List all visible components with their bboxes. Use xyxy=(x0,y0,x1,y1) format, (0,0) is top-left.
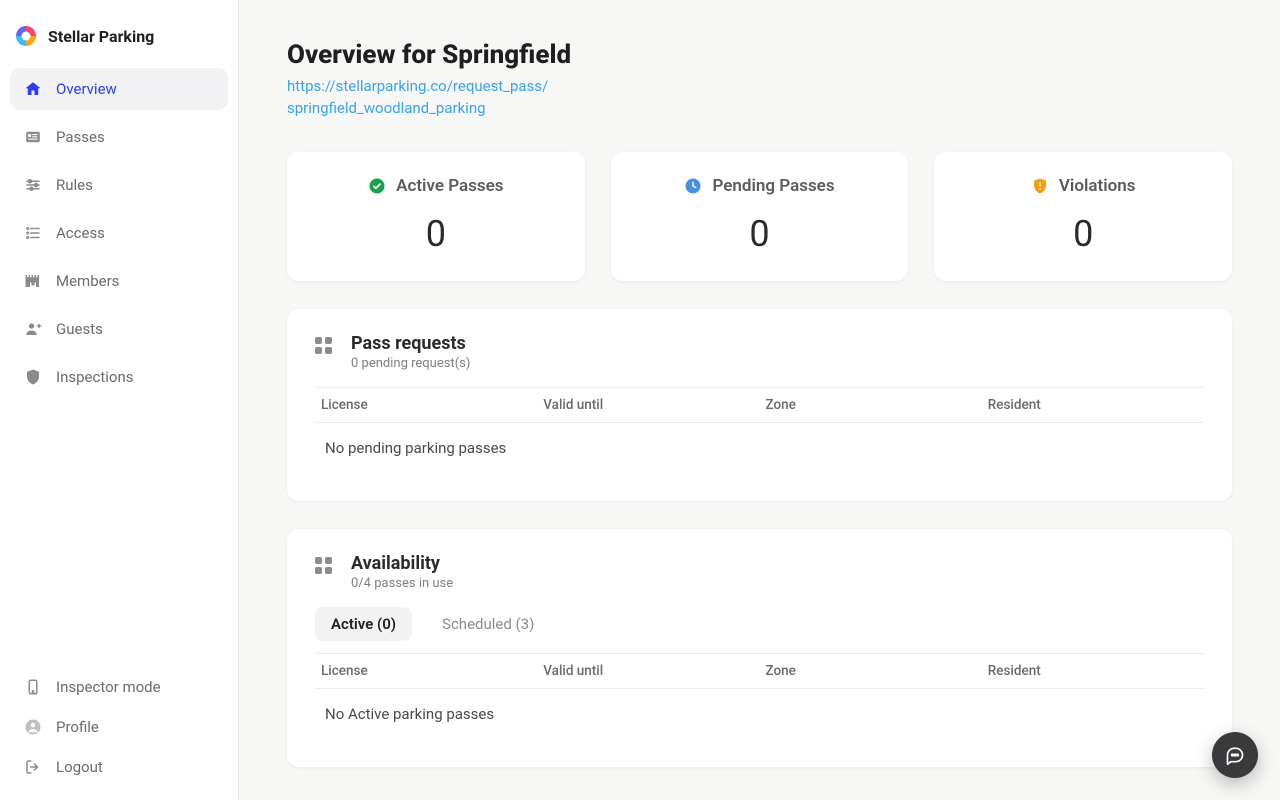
empty-state-text: No Active parking passes xyxy=(315,688,1204,739)
section-subtitle: 0/4 passes in use xyxy=(351,576,453,591)
stat-value: 0 xyxy=(297,213,575,255)
sidebar-nav: Overview Passes Rules Access Members xyxy=(10,68,228,668)
sidebar-item-label: Logout xyxy=(56,758,103,776)
sidebar-item-label: Inspections xyxy=(56,368,133,386)
stat-label: Pending Passes xyxy=(712,176,834,196)
section-subtitle: 0 pending request(s) xyxy=(351,356,470,371)
col-zone: Zone xyxy=(760,653,982,688)
col-valid-until: Valid until xyxy=(537,653,759,688)
sidebar-item-label: Guests xyxy=(56,320,103,338)
sidebar-item-access[interactable]: Access xyxy=(10,212,228,254)
link-line-1: https://stellarparking.co/request_pass/ xyxy=(287,77,548,95)
brand-name: Stellar Parking xyxy=(48,27,154,46)
user-circle-icon xyxy=(24,718,42,736)
chat-icon xyxy=(1225,745,1245,765)
col-zone: Zone xyxy=(760,387,982,422)
stat-card-pending-passes: Pending Passes 0 xyxy=(611,152,909,281)
logout-icon xyxy=(24,758,42,776)
stat-value: 0 xyxy=(944,213,1222,255)
main-content: Overview for Springfield https://stellar… xyxy=(239,0,1280,800)
sidebar-item-label: Inspector mode xyxy=(56,678,161,696)
col-resident: Resident xyxy=(982,653,1204,688)
sidebar-item-label: Rules xyxy=(56,176,93,194)
table-header-row: License Valid until Zone Resident xyxy=(315,653,1204,688)
sidebar-item-label: Members xyxy=(56,272,119,290)
col-license: License xyxy=(315,387,537,422)
home-icon xyxy=(24,80,42,98)
chat-button[interactable] xyxy=(1212,732,1258,778)
sidebar-item-rules[interactable]: Rules xyxy=(10,164,228,206)
col-license: License xyxy=(315,653,537,688)
tab-active[interactable]: Active (0) xyxy=(315,607,412,641)
footer-item-profile[interactable]: Profile xyxy=(10,708,228,746)
stat-label: Violations xyxy=(1059,176,1136,196)
sidebar-item-guests[interactable]: Guests xyxy=(10,308,228,350)
grid-icon xyxy=(315,557,335,577)
brand-logo-icon xyxy=(14,24,38,48)
sidebar-item-label: Overview xyxy=(56,80,117,98)
sidebar-item-inspections[interactable]: Inspections xyxy=(10,356,228,398)
page-title: Overview for Springfield xyxy=(287,40,1232,70)
availability-tabs: Active (0) Scheduled (3) xyxy=(315,607,1204,641)
request-pass-link[interactable]: https://stellarparking.co/request_pass/ … xyxy=(287,76,548,120)
id-card-icon xyxy=(24,128,42,146)
stat-value: 0 xyxy=(621,213,899,255)
shield-alert-icon xyxy=(1031,177,1049,195)
pass-requests-section: Pass requests 0 pending request(s) Licen… xyxy=(287,309,1232,501)
pass-requests-table: License Valid until Zone Resident No pen… xyxy=(315,387,1204,473)
sliders-icon xyxy=(24,176,42,194)
link-line-2: springfield_woodland_parking xyxy=(287,99,486,117)
user-add-icon xyxy=(24,320,42,338)
brand: Stellar Parking xyxy=(10,18,228,58)
stat-cards-row: Active Passes 0 Pending Passes 0 Violati… xyxy=(287,152,1232,281)
col-valid-until: Valid until xyxy=(537,387,759,422)
section-title: Pass requests xyxy=(351,333,470,354)
grid-icon xyxy=(315,337,335,357)
table-row-empty: No pending parking passes xyxy=(315,422,1204,473)
tab-scheduled[interactable]: Scheduled (3) xyxy=(426,607,550,641)
table-header-row: License Valid until Zone Resident xyxy=(315,387,1204,422)
footer-item-inspector-mode[interactable]: Inspector mode xyxy=(10,668,228,706)
shield-icon xyxy=(24,368,42,386)
availability-table: License Valid until Zone Resident No Act… xyxy=(315,653,1204,739)
phone-icon xyxy=(24,678,42,696)
clock-icon xyxy=(684,177,702,195)
sidebar-item-passes[interactable]: Passes xyxy=(10,116,228,158)
check-circle-icon xyxy=(368,177,386,195)
sidebar-item-label: Access xyxy=(56,224,105,242)
stat-card-active-passes: Active Passes 0 xyxy=(287,152,585,281)
fort-icon xyxy=(24,272,42,290)
sidebar-footer: Inspector mode Profile Logout xyxy=(10,668,228,788)
availability-section: Availability 0/4 passes in use Active (0… xyxy=(287,529,1232,767)
stat-label: Active Passes xyxy=(396,176,503,196)
col-resident: Resident xyxy=(982,387,1204,422)
footer-item-logout[interactable]: Logout xyxy=(10,748,228,786)
sidebar-item-label: Profile xyxy=(56,718,99,736)
table-row-empty: No Active parking passes xyxy=(315,688,1204,739)
section-title: Availability xyxy=(351,553,453,574)
sidebar-item-overview[interactable]: Overview xyxy=(10,68,228,110)
sidebar-item-label: Passes xyxy=(56,128,105,146)
empty-state-text: No pending parking passes xyxy=(315,422,1204,473)
stat-card-violations: Violations 0 xyxy=(934,152,1232,281)
sidebar: Stellar Parking Overview Passes Rules Ac… xyxy=(0,0,239,800)
sidebar-item-members[interactable]: Members xyxy=(10,260,228,302)
list-icon xyxy=(24,224,42,242)
